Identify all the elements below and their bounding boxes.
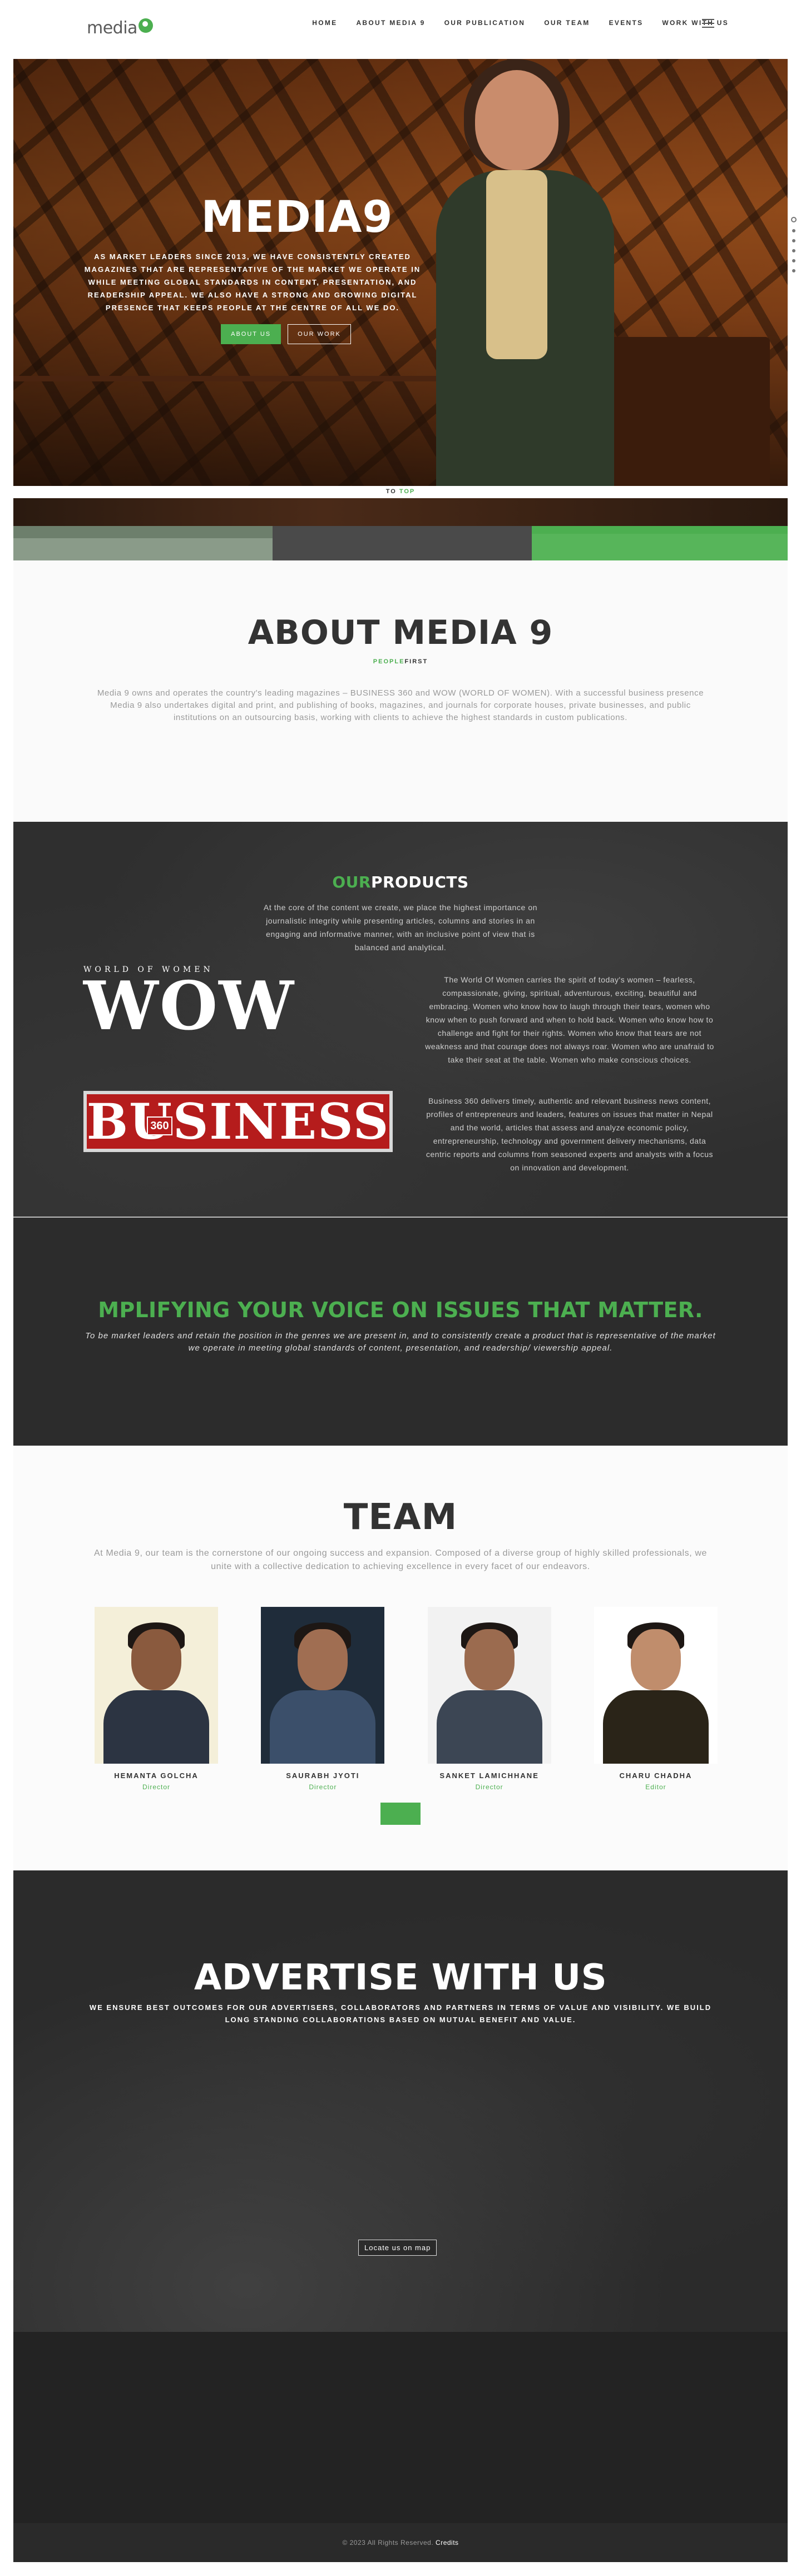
about-us-button[interactable]: ABOUT US xyxy=(221,324,281,344)
products-intro: At the core of the content we create, we… xyxy=(263,903,538,952)
member-photo xyxy=(594,1607,718,1764)
products-title-accent: OUR xyxy=(332,873,371,891)
hero-content: MEDIA9 AS MARKET LEADERS SINCE 2013, WE … xyxy=(80,192,425,344)
footer: © 2023 All Rights Reserved. Credits xyxy=(13,2523,788,2562)
footer-area xyxy=(13,2332,788,2523)
tagline-accent: PEOPLE xyxy=(373,658,405,665)
advertise-title: ADVERTISE WITH US xyxy=(194,1957,607,1998)
hero-text: AS MARKET LEADERS SINCE 2013, WE HAVE CO… xyxy=(84,252,421,312)
business360-description: Business 360 delivers timely, authentic … xyxy=(426,1096,714,1172)
slide-dot[interactable] xyxy=(792,239,795,242)
member-name: CHARU CHADHA xyxy=(619,1771,693,1780)
member-name: SAURABH JYOTI xyxy=(286,1771,360,1780)
business-logo-360: 360 xyxy=(147,1116,172,1135)
about-text: Media 9 owns and operates the country's … xyxy=(97,688,704,722)
team-grid: HEMANTA GOLCHA Director SAURABH JYOTI Di… xyxy=(95,1607,718,1791)
section-band xyxy=(13,498,788,560)
member-name: HEMANTA GOLCHA xyxy=(114,1771,199,1780)
team-section: TEAM At Media 9, our team is the corners… xyxy=(13,1446,788,1870)
advertise-background xyxy=(13,1870,788,2332)
about-section: ABOUT MEDIA 9 PEOPLEFIRST Media 9 owns a… xyxy=(13,560,788,822)
tagline-rest: FIRST xyxy=(404,658,428,665)
menu-icon[interactable] xyxy=(702,19,714,28)
nav-link-team[interactable]: OUR TEAM xyxy=(544,19,590,27)
team-member-card[interactable]: SANKET LAMICHHANE Director xyxy=(427,1607,551,1791)
member-photo xyxy=(427,1607,551,1764)
locate-map-button[interactable]: Locate us on map xyxy=(358,2240,437,2256)
voice-title: MPLIFYING YOUR VOICE ON ISSUES THAT MATT… xyxy=(98,1298,703,1322)
copyright-text: © 2023 All Rights Reserved. xyxy=(342,2539,436,2547)
media9-logo[interactable]: media xyxy=(87,17,153,39)
to-top-label-accent: TOP xyxy=(399,488,416,495)
team-title: TEAM xyxy=(343,1497,458,1538)
nav-links: HOME ABOUT MEDIA 9 OUR PUBLICATION OUR T… xyxy=(312,19,729,27)
business360-logo[interactable]: BUSINESS 360 xyxy=(83,1091,393,1152)
top-navbar: media HOME ABOUT MEDIA 9 OUR PUBLICATION… xyxy=(0,0,801,51)
slide-dot[interactable] xyxy=(792,249,795,252)
team-member-card[interactable]: SAURABH JYOTI Director xyxy=(261,1607,385,1791)
member-role: Director xyxy=(142,1783,170,1791)
member-role: Director xyxy=(309,1783,337,1791)
footer-copyright: © 2023 All Rights Reserved. Credits xyxy=(13,2539,788,2547)
wow-description: The World Of Women carries the spirit of… xyxy=(425,975,714,1064)
our-work-button[interactable]: OUR WORK xyxy=(288,324,351,344)
band-image xyxy=(13,498,788,526)
slide-dot[interactable] xyxy=(792,269,795,272)
nav-link-home[interactable]: HOME xyxy=(312,19,337,27)
products-section: OURPRODUCTS At the core of the content w… xyxy=(13,822,788,1217)
credits-link[interactable]: Credits xyxy=(436,2539,459,2547)
team-member-card[interactable]: HEMANTA GOLCHA Director xyxy=(95,1607,218,1791)
nav-link-about[interactable]: ABOUT MEDIA 9 xyxy=(356,19,425,27)
to-top-link[interactable]: TO TOP xyxy=(0,488,801,495)
team-member-card[interactable]: CHARU CHADHA Editor xyxy=(594,1607,718,1791)
wow-logo-wordmark: WOW xyxy=(83,967,295,1045)
member-photo xyxy=(261,1607,385,1764)
slide-dot[interactable] xyxy=(792,229,795,232)
about-title: ABOUT MEDIA 9 xyxy=(248,613,553,652)
team-text: At Media 9, our team is the cornerstone … xyxy=(93,1548,708,1571)
member-name: SANKET LAMICHHANE xyxy=(439,1771,539,1780)
band-stripe xyxy=(532,534,788,560)
logo-text: media xyxy=(87,18,137,38)
nav-link-work[interactable]: WORK WITH US xyxy=(662,19,729,27)
voice-text: To be market leaders and retain the posi… xyxy=(85,1331,716,1353)
member-role: Director xyxy=(475,1783,503,1791)
hero-section: MEDIA9 AS MARKET LEADERS SINCE 2013, WE … xyxy=(13,59,788,486)
logo-nine-icon xyxy=(138,18,153,33)
hero-title: MEDIA9 xyxy=(201,192,393,242)
slide-dots xyxy=(791,217,797,272)
hero-buttons: ABOUT US OUR WORK xyxy=(80,324,425,344)
team-more-button[interactable] xyxy=(380,1803,421,1825)
nav-link-publication[interactable]: OUR PUBLICATION xyxy=(444,19,526,27)
band-stripe xyxy=(532,526,788,534)
member-photo xyxy=(95,1607,218,1764)
about-tagline: PEOPLEFIRST xyxy=(13,658,788,665)
products-title: OURPRODUCTS xyxy=(13,873,788,891)
hero-rail xyxy=(13,376,436,381)
member-role: Editor xyxy=(645,1783,666,1791)
slide-dot[interactable] xyxy=(792,259,795,262)
advertise-section: ADVERTISE WITH US WE ENSURE BEST OUTCOME… xyxy=(13,1870,788,2332)
page: media HOME ABOUT MEDIA 9 OUR PUBLICATION… xyxy=(0,0,801,2576)
advertise-text: WE ENSURE BEST OUTCOMES FOR OUR ADVERTIS… xyxy=(89,2003,712,2024)
products-title-rest: PRODUCTS xyxy=(370,873,469,891)
nav-link-events[interactable]: EVENTS xyxy=(609,19,644,27)
voice-section: MPLIFYING YOUR VOICE ON ISSUES THAT MATT… xyxy=(13,1217,788,1446)
band-stripe xyxy=(273,526,532,560)
to-top-label: TO xyxy=(385,488,399,495)
hero-person-image xyxy=(436,59,614,486)
wow-logo[interactable]: WORLD OF WOMEN WOW xyxy=(83,965,395,1040)
slide-dot[interactable] xyxy=(791,217,797,222)
business-logo-wordmark: BUSINESS xyxy=(86,1093,390,1150)
